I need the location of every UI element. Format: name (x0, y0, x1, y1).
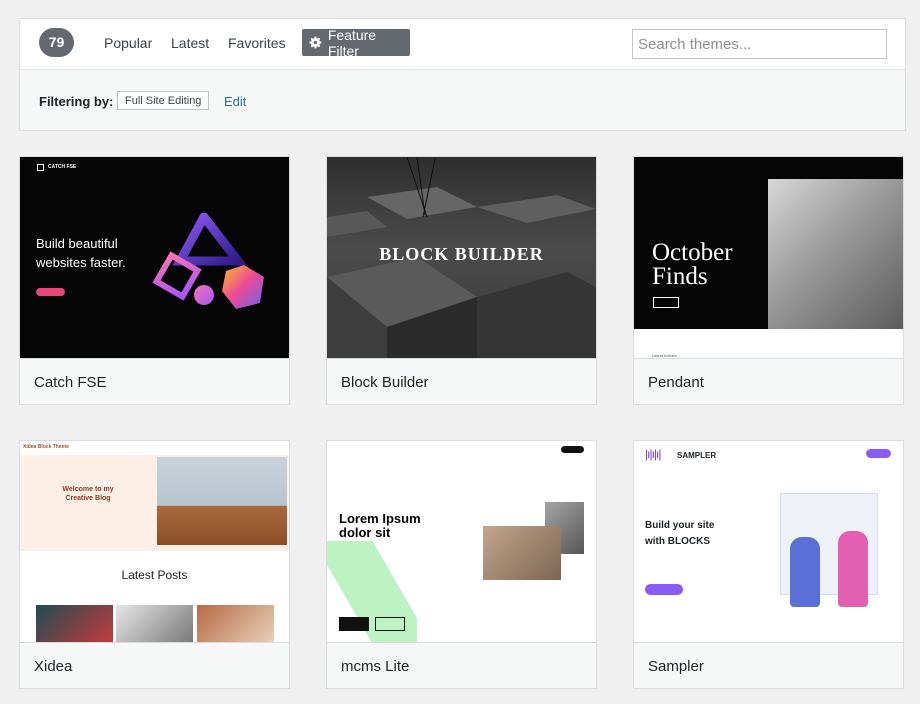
theme-screenshot[interactable]: Lorem Ipsum dolor sit (327, 441, 596, 642)
theme-card-block-builder[interactable]: BLOCK BUILDER Block Builder (326, 156, 597, 405)
post-thumbnail (116, 605, 193, 642)
theme-screenshot[interactable]: BLOCK BUILDER (327, 157, 596, 358)
nav-latest[interactable]: Latest (171, 35, 209, 51)
person-illustration-icon (838, 531, 868, 607)
theme-screenshot[interactable]: October Finds Latest Articles (634, 157, 903, 358)
filter-tag-full-site-editing: Full Site Editing (117, 91, 210, 110)
theme-name: Pendant (648, 374, 704, 391)
desk-image (157, 457, 287, 545)
theme-card-mcms-lite[interactable]: Lorem Ipsum dolor sit mcms Lite (326, 440, 597, 689)
feature-filter-button[interactable]: Feature Filter (302, 26, 410, 59)
preview-button (653, 297, 679, 308)
theme-filter-panel: 79 Popular Latest Favorites Feature Filt… (19, 18, 906, 131)
theme-name: Sampler (648, 658, 704, 675)
theme-name-bar: Xidea (20, 642, 289, 688)
preview-latest: Latest Posts (121, 568, 188, 582)
preview-cta (36, 288, 65, 296)
preview-contact-button (866, 449, 891, 458)
feature-filter-label: Feature Filter (327, 26, 377, 59)
nav-favorites[interactable]: Favorites (228, 35, 286, 51)
theme-screenshot[interactable]: |ı|ı|ı| SAMPLER Build your site with BLO… (634, 441, 903, 642)
theme-name-bar: Sampler (634, 642, 903, 688)
theme-card-catch-fse[interactable]: CATCH FSE Build beautiful websites faste… (19, 156, 290, 405)
post-thumbnail (36, 605, 113, 642)
theme-name: mcms Lite (341, 658, 410, 675)
shapes-illustration-icon (152, 213, 264, 309)
preview-brand: SAMPLER (677, 451, 717, 460)
preview-logo: CATCH FSE (48, 164, 77, 170)
preview-brand: Xidea Block Theme (23, 444, 69, 450)
filtering-by-label: Filtering by: (39, 94, 114, 109)
soundwave-icon: |ı|ı|ı| (645, 447, 662, 461)
theme-name: Block Builder (341, 374, 429, 391)
theme-card-sampler[interactable]: |ı|ı|ı| SAMPLER Build your site with BLO… (633, 440, 904, 689)
theme-name-bar: Pendant (634, 358, 903, 404)
theme-screenshot[interactable]: CATCH FSE Build beautiful websites faste… (20, 157, 289, 358)
preview-contact-button (561, 446, 584, 453)
post-thumbnail (197, 605, 274, 642)
theme-screenshot[interactable]: Xidea Block Theme Welcome to my Creative… (20, 441, 289, 642)
preview-cta (645, 584, 683, 595)
theme-name: Xidea (34, 658, 73, 675)
preview-headline: Build your site with BLOCKS (645, 520, 715, 547)
nav-popular[interactable]: Popular (104, 35, 152, 51)
preview-title: BLOCK BUILDER (379, 244, 544, 264)
preview-headline: October Finds (652, 239, 733, 290)
theme-card-pendant[interactable]: October Finds Latest Articles Pendant (633, 156, 904, 405)
preview-welcome: Welcome to my Creative Blog (62, 486, 114, 502)
meeting-image (483, 526, 561, 580)
theme-count-badge: 79 (39, 28, 74, 57)
person-illustration-icon (790, 537, 820, 607)
theme-name-bar: Block Builder (327, 358, 596, 404)
theme-name-bar: Catch FSE (20, 358, 289, 404)
theme-card-xidea[interactable]: Xidea Block Theme Welcome to my Creative… (19, 440, 290, 689)
portrait-image (768, 179, 903, 329)
search-themes-input[interactable] (632, 29, 887, 59)
preview-headline: Lorem Ipsum dolor sit (339, 511, 421, 540)
edit-filter-link[interactable]: Edit (224, 94, 246, 109)
logo-icon (37, 164, 44, 171)
filter-toolbar: 79 Popular Latest Favorites Feature Filt… (20, 19, 905, 70)
theme-name-bar: mcms Lite (327, 642, 596, 688)
theme-name: Catch FSE (34, 374, 107, 391)
preview-headline: Build beautiful websites faster. (36, 236, 126, 270)
gear-icon (309, 36, 322, 49)
